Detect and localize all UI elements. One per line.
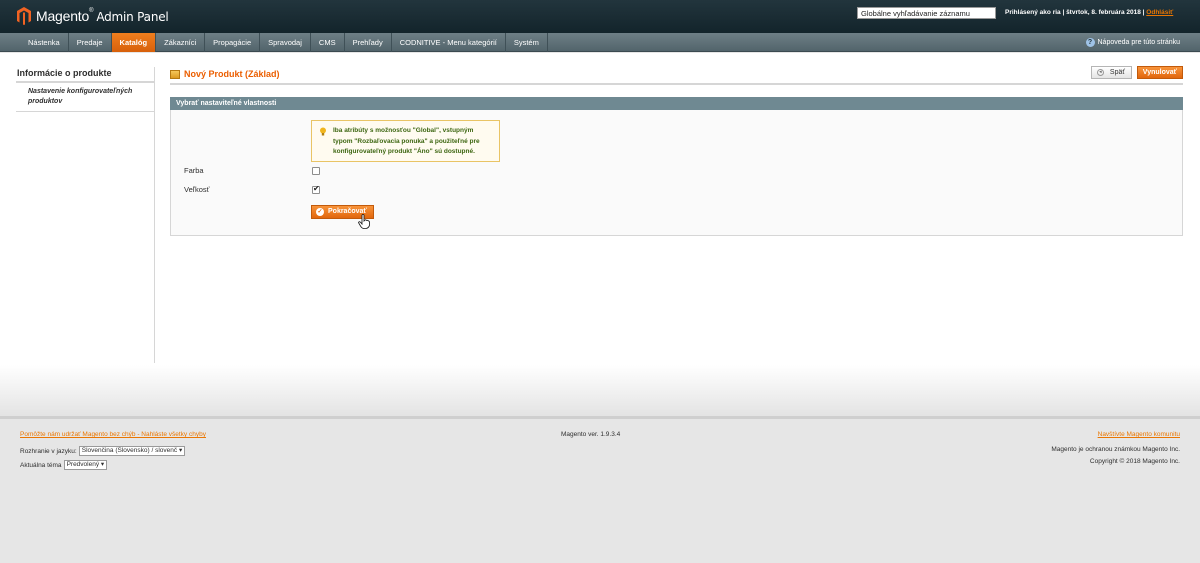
theme-select[interactable]: Predvolený ▾ bbox=[63, 460, 108, 470]
nav-item-system[interactable]: Systém bbox=[506, 33, 548, 52]
page-title: Nový Produkt (Základ) bbox=[170, 69, 280, 79]
page-band bbox=[0, 365, 1200, 417]
back-button[interactable]: ◂ Späť bbox=[1090, 66, 1132, 79]
checkbox-color[interactable] bbox=[312, 167, 320, 175]
nav-item-promotions[interactable]: Propagácie bbox=[205, 33, 261, 52]
chevron-down-icon: ▾ bbox=[178, 447, 183, 454]
lightbulb-icon bbox=[320, 127, 326, 136]
theme-select-value: Predvolený bbox=[66, 461, 100, 468]
chevron-down-icon: ▾ bbox=[100, 461, 105, 468]
nav-item-cms[interactable]: CMS bbox=[311, 33, 345, 52]
back-button-label: Späť bbox=[1109, 69, 1125, 76]
back-arrow-icon: ◂ bbox=[1096, 69, 1104, 76]
magento-logo[interactable]: Magento® Admin Panel bbox=[16, 6, 169, 26]
help-link-label: Nápoveda pre túto stránku bbox=[1097, 39, 1181, 46]
theme-label: Aktuálna téma bbox=[20, 461, 62, 469]
content-header: Nový Produkt (Základ) ◂ Späť Vynulovať bbox=[170, 66, 1183, 85]
main-nav: Nástenka Predaje Katalóg Zákazníci Propa… bbox=[0, 33, 1200, 52]
theme-row: Aktuálna téma Predvolený ▾ bbox=[20, 460, 108, 470]
global-search-input[interactable]: Globálne vyhľadávanie záznamu bbox=[857, 7, 996, 19]
main-area: Informácie o produkte Nastavenie konfigu… bbox=[0, 53, 1200, 365]
language-label: Rozhranie v jazyku: bbox=[20, 447, 77, 455]
checkbox-size[interactable] bbox=[312, 184, 320, 194]
nav-item-customers[interactable]: Zákazníci bbox=[156, 33, 206, 52]
notice-message: Iba atribúty s možnosťou "Global", vstup… bbox=[311, 120, 500, 162]
copyright-text: Copyright © 2018 Magento Inc. bbox=[1089, 458, 1180, 465]
magento-logo-icon bbox=[17, 7, 31, 25]
product-box-icon bbox=[170, 69, 180, 79]
language-select-value: Slovenčina (Slovensko) / slovenč bbox=[81, 447, 178, 454]
sidebar-title: Informácie o produkte bbox=[16, 67, 154, 83]
report-bugs-link[interactable]: Pomôžte nám udržať Magento bez chýb - Na… bbox=[20, 431, 206, 438]
community-link[interactable]: Navštívte Magento komunitu bbox=[1098, 431, 1180, 438]
page-title-text: Nový Produkt (Základ) bbox=[184, 69, 280, 79]
user-info: Prihlásený ako ria | štvrtok, 8. február… bbox=[1005, 9, 1173, 16]
version-text: Magento ver. 1.9.3.4 bbox=[561, 431, 621, 438]
sidebar-item-label: Nastavenie konfigurovateľných produktov bbox=[28, 88, 133, 105]
field-label-size: Veľkosť bbox=[184, 185, 210, 194]
sidebar-item-configurable-settings[interactable]: Nastavenie konfigurovateľných produktov bbox=[16, 83, 154, 112]
product-sidebar: Informácie o produkte Nastavenie konfigu… bbox=[16, 67, 155, 363]
nav-item-dashboard[interactable]: Nástenka bbox=[20, 33, 69, 52]
content: Nový Produkt (Základ) ◂ Späť Vynulovať V… bbox=[170, 66, 1183, 236]
admin-header: Magento® Admin Panel Globálne vyhľadávani… bbox=[0, 0, 1200, 33]
field-label-color: Farba bbox=[184, 166, 204, 175]
logo-text: Magento® Admin Panel bbox=[36, 8, 169, 24]
hand-cursor-icon bbox=[358, 214, 370, 229]
logout-link[interactable]: Odhlásiť bbox=[1146, 9, 1173, 16]
notice-text: Iba atribúty s možnosťou "Global", vstup… bbox=[333, 127, 480, 155]
nav-item-catalog[interactable]: Katalóg bbox=[111, 33, 157, 52]
continue-icon: ✓ bbox=[316, 208, 324, 216]
help-link[interactable]: ? Nápoveda pre túto stránku bbox=[1085, 33, 1181, 52]
footer: Pomôžte nám udržať Magento bez chýb - Na… bbox=[0, 419, 1200, 563]
trademark-text: Magento je ochranou známkou Magento Inc. bbox=[1051, 446, 1180, 453]
language-select[interactable]: Slovenčina (Slovensko) / slovenč ▾ bbox=[78, 446, 186, 456]
nav-item-newsletter[interactable]: Spravodaj bbox=[260, 33, 311, 52]
section-body: Iba atribúty s možnosťou "Global", vstup… bbox=[170, 110, 1183, 236]
language-row: Rozhranie v jazyku: Slovenčina (Slovensk… bbox=[20, 446, 186, 456]
help-icon: ? bbox=[1085, 38, 1095, 47]
nav-item-reports[interactable]: Prehľady bbox=[345, 33, 392, 52]
reset-button[interactable]: Vynulovať bbox=[1136, 66, 1183, 79]
nav-item-sales[interactable]: Predaje bbox=[69, 33, 112, 52]
nav-item-codnitive-menu[interactable]: CODNITIVE - Menu kategórií bbox=[392, 33, 506, 52]
nav-items: Nástenka Predaje Katalóg Zákazníci Propa… bbox=[20, 33, 548, 52]
section-header: Vybrať nastaviteľné vlastnosti bbox=[170, 97, 1183, 110]
user-info-text: Prihlásený ako ria | štvrtok, 8. február… bbox=[1005, 9, 1147, 16]
